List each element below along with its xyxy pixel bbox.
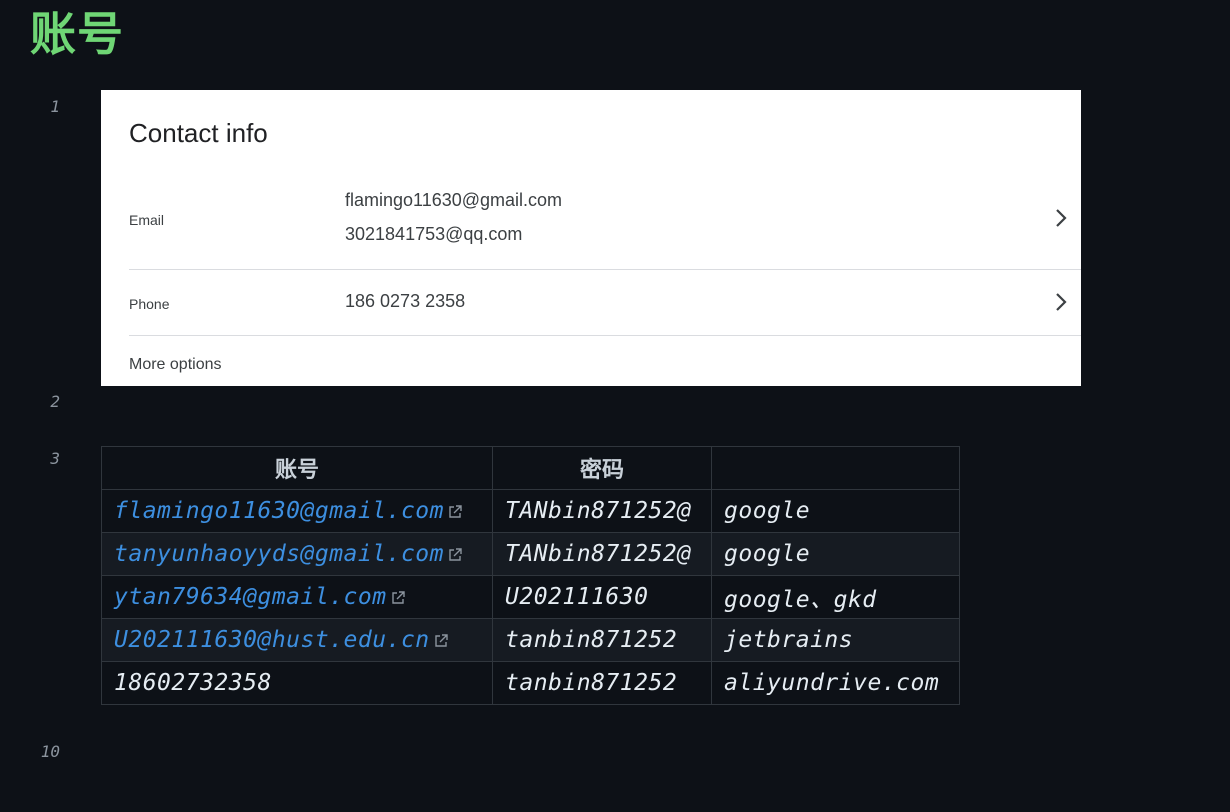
column-header-site [711,446,960,490]
account-link[interactable]: U202111630@hust.edu.cn [114,627,430,653]
table-header-row: 账号 密码 [101,446,960,490]
table-row: 18602732358 tanbin871252 aliyundrive.com [101,661,960,705]
site-cell: aliyundrive.com [711,661,960,705]
external-link-icon [449,548,462,561]
table-row: tanyunhaoyyds@gmail.com TANbin871252@ go… [101,532,960,576]
table-row: ytan79634@gmail.com U202111630 google、gk… [101,575,960,619]
site-cell: google [711,532,960,576]
chevron-right-icon [1056,209,1067,227]
external-link-icon [391,591,405,604]
account-link[interactable]: ytan79634@gmail.com [114,584,387,610]
external-link-icon [434,634,448,647]
contact-info-image: Contact info Email flamingo11630@gmail.c… [101,90,1081,386]
table-row: U202111630@hust.edu.cn tanbin871252 jetb… [101,618,960,662]
email-label: Email [129,212,165,228]
password-cell: TANbin871252@ [492,489,712,533]
card-divider [129,335,1081,336]
site-cell: google [711,489,960,533]
column-header-password: 密码 [492,446,712,490]
page-title: 账号 [30,7,124,61]
password-cell: U202111630 [492,575,712,619]
password-cell: tanbin871252 [492,661,712,705]
email-value-2: 3021841753@qq.com [345,224,523,244]
table-row: flamingo11630@gmail.com TANbin871252@ go… [101,489,960,533]
line-number: 2 [50,392,60,411]
column-header-account: 账号 [101,446,493,490]
card-divider [129,269,1081,270]
markdown-preview: 账号 1 2 3 10 Contact info Email flamingo1… [0,0,1230,812]
site-cell: google、gkd [711,575,960,619]
phone-value: 186 0273 2358 [345,291,466,311]
line-number: 1 [50,97,60,116]
account-cell[interactable]: tanyunhaoyyds@gmail.com [101,532,493,576]
chevron-right-icon [1056,293,1067,311]
account-cell[interactable]: U202111630@hust.edu.cn [101,618,493,662]
email-value-1: flamingo11630@gmail.com [345,190,563,210]
contact-info-title: Contact info [129,118,268,148]
external-link-icon [449,505,462,518]
phone-label: Phone [129,296,170,312]
account-link[interactable]: flamingo11630@gmail.com [114,498,444,524]
line-number: 10 [40,742,60,761]
site-cell: jetbrains [711,618,960,662]
more-options: More options [129,356,222,373]
line-number: 3 [50,449,60,468]
account-cell: 18602732358 [101,661,493,705]
account-cell[interactable]: flamingo11630@gmail.com [101,489,493,533]
accounts-table: 账号 密码 flamingo11630@gmail.com TANbin8712… [101,446,960,705]
password-cell: tanbin871252 [492,618,712,662]
password-cell: TANbin871252@ [492,532,712,576]
account-cell[interactable]: ytan79634@gmail.com [101,575,493,619]
account-link[interactable]: tanyunhaoyyds@gmail.com [114,541,444,567]
